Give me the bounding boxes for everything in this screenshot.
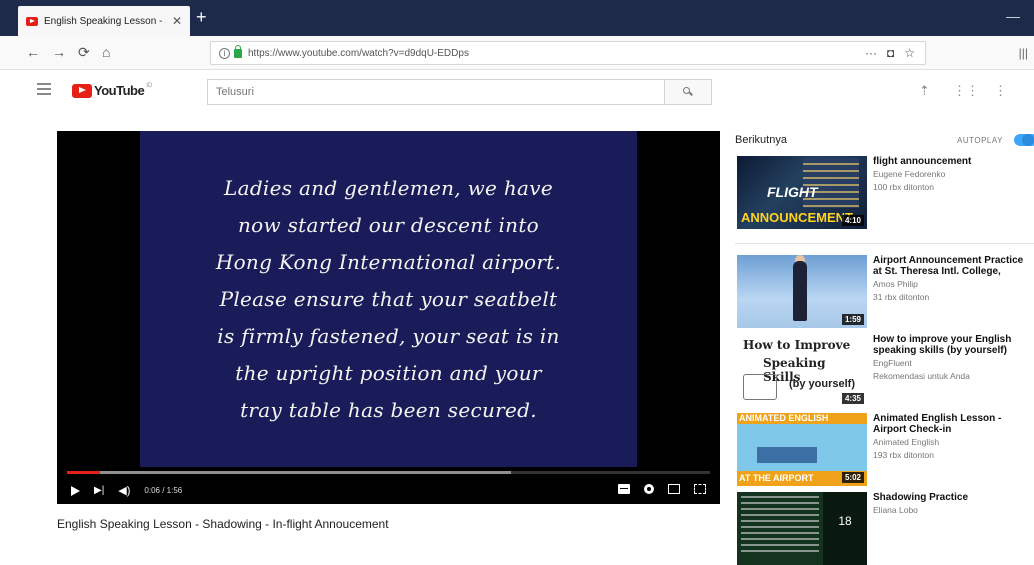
video-title-link[interactable]: Airport Announcement Practice at St. The…: [873, 255, 1033, 277]
home-icon[interactable]: ⌂: [102, 44, 110, 60]
browser-nav-bar: ← → ⟳ ⌂ i https://www.youtube.com/watch?…: [0, 36, 1034, 70]
autoplay-toggle[interactable]: [1014, 134, 1034, 146]
duration-badge: 1:59: [841, 314, 864, 325]
search-icon: [683, 87, 693, 97]
recommendation-note: Rekomendasi untuk Anda: [873, 371, 970, 381]
pocket-icon[interactable]: ◘: [887, 46, 894, 60]
next-icon[interactable]: ▶|: [94, 485, 104, 496]
lock-icon: [234, 44, 242, 58]
browser-tab[interactable]: English Speaking Lesson - Sha... ✕: [18, 6, 190, 36]
thumbnail-text: AT THE AIRPORT: [739, 473, 814, 483]
thumbnail-text: (by yourself): [789, 378, 856, 390]
caption-line: Hong Kong International airport.: [215, 249, 562, 274]
caption-line: is firmly fastened, your seat is in: [217, 323, 560, 348]
video-player[interactable]: Ladies and gentlemen, we have now starte…: [57, 131, 720, 504]
youtube-play-icon: [72, 83, 92, 98]
video-info: flight announcement Eugene Fedorenko 100…: [873, 156, 1033, 193]
channel-name[interactable]: EngFluent: [873, 358, 1033, 369]
channel-name[interactable]: Eugene Fedorenko: [873, 169, 1033, 180]
duration-badge: 4:35: [841, 393, 864, 404]
view-count: 31 rbx ditonton: [873, 292, 930, 302]
text-lines-graphic: [741, 496, 819, 556]
video-title-link[interactable]: Shadowing Practice: [873, 492, 1033, 503]
caption-line: Ladies and gentlemen, we have: [224, 175, 553, 200]
menu-icon[interactable]: [37, 83, 51, 98]
play-icon[interactable]: [71, 485, 80, 496]
time-display: 0:06 / 1:56: [144, 486, 183, 495]
check-in-desk-graphic: [757, 447, 817, 463]
search-input[interactable]: Telusuri: [207, 79, 665, 105]
minimize-window-icon[interactable]: —: [1006, 8, 1020, 24]
caption-line: tray table has been secured.: [240, 397, 537, 422]
video-thumbnail[interactable]: 1:59: [737, 255, 867, 328]
tab-title: English Speaking Lesson - Sha...: [44, 15, 166, 27]
youtube-favicon-icon: [26, 16, 38, 26]
back-icon[interactable]: ←: [26, 44, 40, 60]
library-icon[interactable]: |||: [1019, 46, 1028, 60]
youtube-wordmark: YouTube: [94, 83, 145, 98]
fullscreen-icon[interactable]: [694, 484, 706, 494]
channel-name[interactable]: Amos Philip: [873, 279, 1033, 290]
video-thumbnail[interactable]: FLIGHT ANNOUNCEMENT 4:10: [737, 156, 867, 229]
close-tab-icon[interactable]: ✕: [172, 14, 182, 28]
video-info: Animated English Lesson - Airport Check-…: [873, 413, 1033, 461]
caption-line: the upright position and your: [235, 360, 542, 385]
video-thumbnail[interactable]: ANIMATED ENGLISH AT THE AIRPORT 5:02: [737, 413, 867, 486]
player-controls: ▶| ◀) 0:06 / 1:56: [57, 477, 720, 504]
new-tab-button[interactable]: +: [196, 8, 207, 26]
video-title: English Speaking Lesson - Shadowing - In…: [57, 517, 389, 531]
thumbnail-text: ANNOUNCEMENT: [741, 210, 853, 225]
sketch-graphic: [743, 374, 777, 400]
theater-mode-icon[interactable]: [668, 484, 680, 494]
site-info-icon[interactable]: i: [219, 47, 230, 59]
address-bar[interactable]: i https://www.youtube.com/watch?v=d9dqU-…: [210, 41, 926, 65]
duration-badge: 4:10: [841, 215, 864, 226]
thumbnail-text: How to Improve: [743, 338, 851, 352]
up-next-heading: Berikutnya: [735, 134, 787, 146]
reload-icon[interactable]: ⟳: [78, 44, 90, 61]
country-code: ID: [146, 83, 153, 89]
more-options-icon[interactable]: ⋮: [994, 83, 1007, 99]
thumbnail-text: FLIGHT: [767, 184, 818, 200]
departure-board-graphic: [803, 158, 859, 208]
duration-badge: 5:02: [841, 472, 864, 483]
channel-name[interactable]: Eliana Lobo: [873, 505, 1033, 516]
url-text: https://www.youtube.com/watch?v=d9dqU-ED…: [248, 47, 469, 59]
progress-loaded: [67, 471, 511, 474]
view-count: 193 rbx ditonton: [873, 450, 934, 460]
caption-line: Please ensure that your seatbelt: [219, 286, 558, 311]
video-info: How to improve your English speaking ski…: [873, 334, 1033, 382]
video-title-link[interactable]: Animated English Lesson - Airport Check-…: [873, 413, 1033, 435]
autoplay-label: AUTOPLAY: [957, 136, 1003, 145]
browser-tab-bar: English Speaking Lesson - Sha... ✕ + —: [0, 0, 1034, 36]
video-thumbnail[interactable]: 18: [737, 492, 867, 565]
youtube-header: YouTube ID Telusuri ⇡ ⋮⋮ ⋮: [0, 71, 1034, 111]
channel-name[interactable]: Animated English: [873, 437, 1033, 448]
bookmark-star-icon[interactable]: ☆: [904, 46, 915, 60]
settings-gear-icon[interactable]: [644, 484, 654, 494]
upload-icon[interactable]: ⇡: [919, 83, 930, 99]
thumbnail-text: ANIMATED ENGLISH: [739, 413, 829, 423]
caption-line: now started our descent into: [237, 212, 540, 237]
volume-icon[interactable]: ◀): [118, 484, 130, 497]
search-button[interactable]: [665, 79, 712, 105]
video-frame: Ladies and gentlemen, we have now starte…: [140, 131, 637, 467]
video-info: Airport Announcement Practice at St. The…: [873, 255, 1033, 303]
apps-grid-icon[interactable]: ⋮⋮: [953, 83, 979, 99]
playlist-count: 18: [823, 492, 867, 565]
video-info: Shadowing Practice Eliana Lobo: [873, 492, 1033, 516]
video-thumbnail[interactable]: How to Improve Speaking Skills (by yours…: [737, 334, 867, 407]
youtube-logo[interactable]: YouTube ID: [72, 83, 152, 98]
video-title-link[interactable]: flight announcement: [873, 156, 1033, 167]
video-caption: Ladies and gentlemen, we have now starte…: [216, 170, 561, 429]
view-count: 100 rbx ditonton: [873, 182, 934, 192]
up-next-divider: [735, 243, 1034, 244]
presenter-figure: [793, 261, 807, 321]
video-title-link[interactable]: How to improve your English speaking ski…: [873, 334, 1033, 356]
subtitles-icon[interactable]: [618, 484, 630, 494]
forward-icon[interactable]: →: [52, 44, 66, 60]
progress-bar[interactable]: [67, 471, 710, 474]
progress-played: [67, 471, 101, 474]
page-actions-icon[interactable]: ···: [865, 46, 877, 60]
